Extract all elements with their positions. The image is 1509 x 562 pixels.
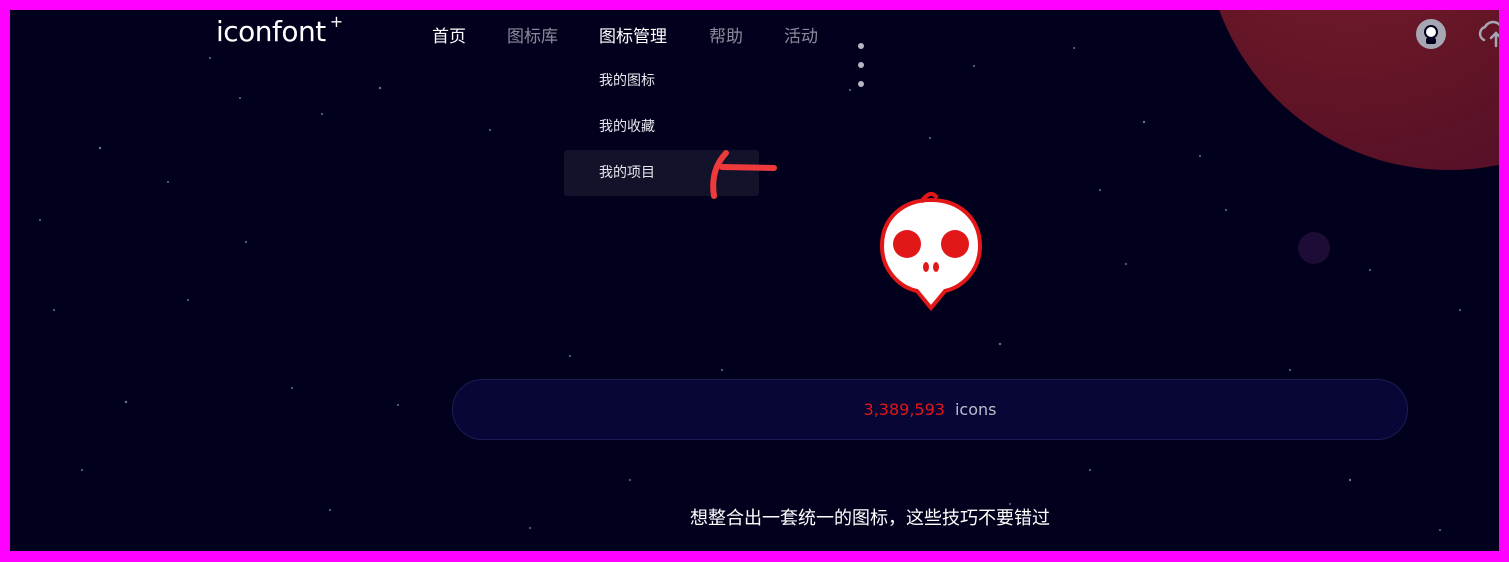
nav-item-icon-management[interactable]: 图标管理 — [599, 22, 667, 47]
dropdown-item-my-favorites[interactable]: 我的收藏 — [564, 104, 714, 150]
nav-item-home[interactable]: 首页 — [432, 22, 466, 47]
dropdown-item-my-icons[interactable]: 我的图标 — [564, 58, 714, 104]
icon-management-dropdown: 我的图标 我的收藏 我的项目 — [564, 58, 759, 196]
page-frame: iconfont + 首页 图标库 图标管理 帮助 活动 我的图标 我的收藏 我的… — [10, 10, 1499, 551]
logo-text: iconfont — [216, 15, 326, 48]
icon-count-unit: icons — [954, 400, 997, 419]
annotation-arrow-icon — [710, 150, 777, 199]
icon-search-bar[interactable]: 3,389,593 icons — [452, 379, 1408, 440]
logo-plus-mark: + — [329, 11, 343, 31]
nav-item-icon-library[interactable]: 图标库 — [507, 22, 558, 47]
user-avatar-icon[interactable] — [1415, 18, 1447, 50]
icon-count: 3,389,593 — [863, 400, 945, 419]
site-logo[interactable]: iconfont + — [216, 11, 343, 48]
nav-item-help[interactable]: 帮助 — [709, 22, 743, 47]
more-dots-icon[interactable] — [858, 34, 869, 91]
iconfont-mascot-icon — [879, 191, 983, 312]
cloud-upload-icon[interactable] — [1476, 18, 1499, 48]
nav-item-activity[interactable]: 活动 — [784, 22, 818, 47]
promo-tagline-link[interactable]: 想整合出一套统一的图标，这些技巧不要错过 — [10, 504, 1499, 530]
small-planet-decoration — [1298, 232, 1330, 264]
